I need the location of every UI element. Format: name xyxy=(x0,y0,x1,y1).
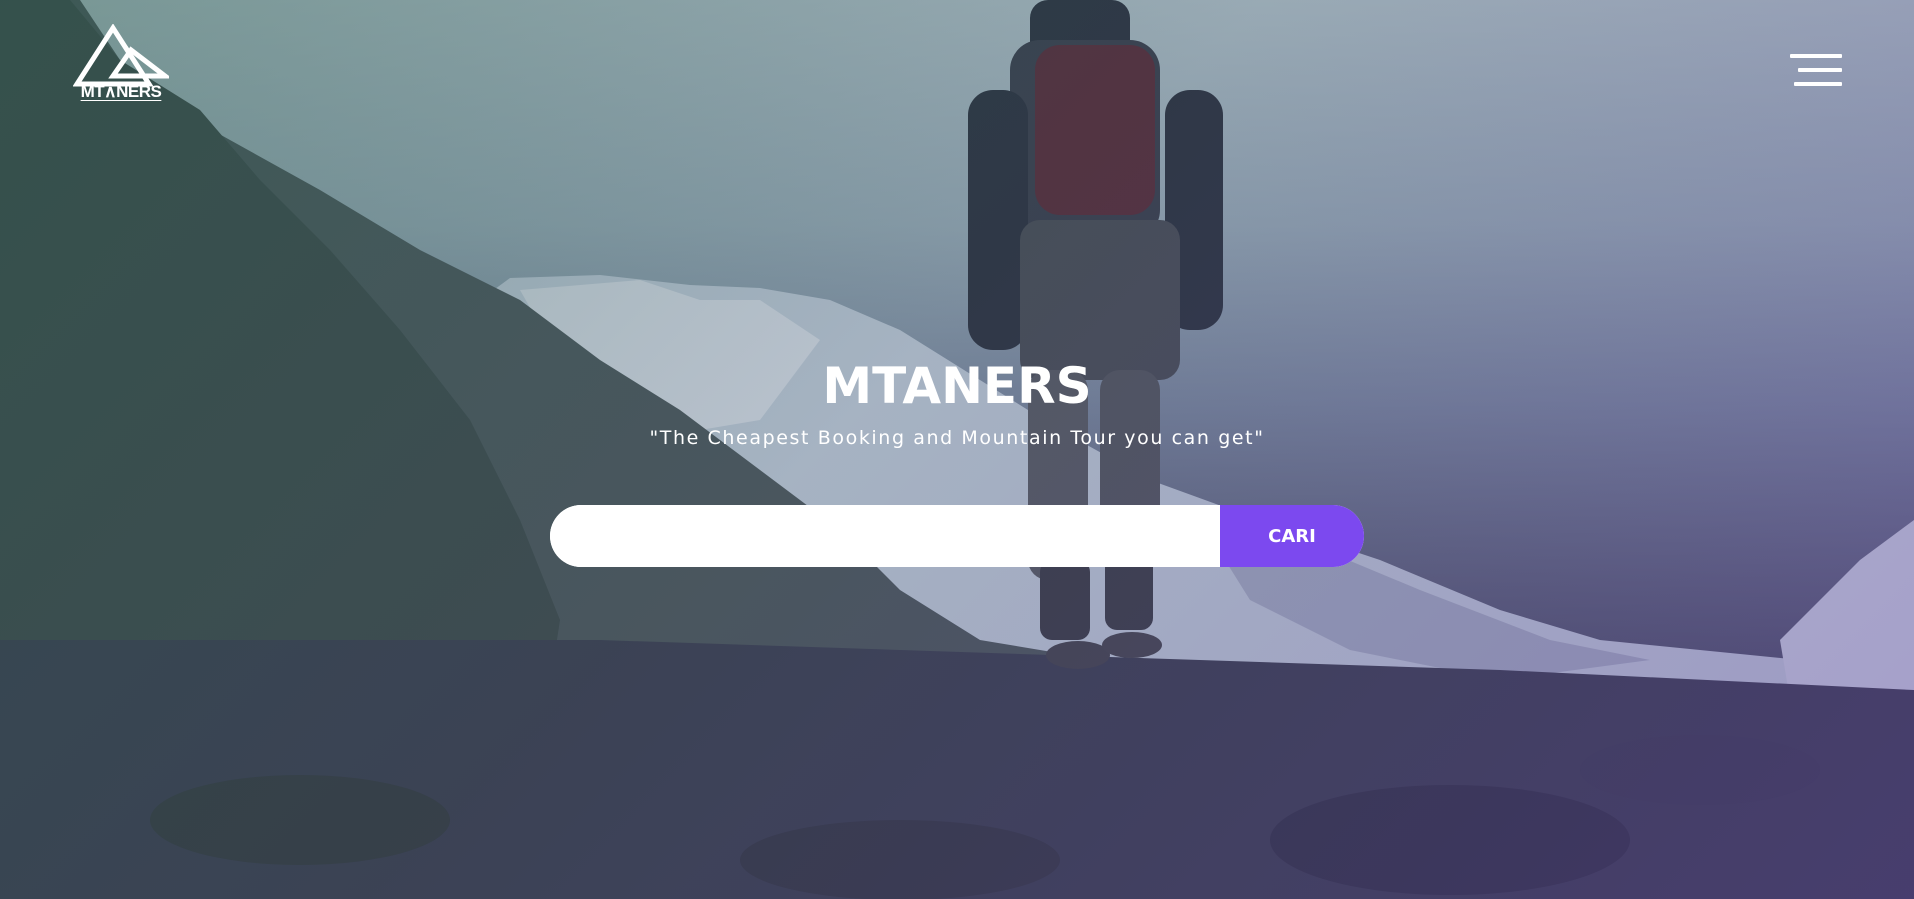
hamburger-menu-icon xyxy=(1790,54,1842,58)
search-button[interactable]: CARI xyxy=(1220,505,1364,567)
hero-content: MTANERS "The Cheapest Booking and Mounta… xyxy=(0,356,1914,450)
search-input[interactable] xyxy=(550,505,1220,567)
site-logo[interactable]: MT∧NERS xyxy=(72,24,170,116)
page-title: MTANERS xyxy=(822,357,1092,415)
hamburger-menu-button[interactable] xyxy=(1790,54,1842,88)
logo-text: MT∧NERS xyxy=(80,82,162,101)
search-bar: CARI xyxy=(550,505,1364,567)
mountain-logo-icon xyxy=(73,24,169,87)
tagline: "The Cheapest Booking and Mountain Tour … xyxy=(649,427,1265,449)
hero-section: MT∧NERS MTANERS "The Cheapest Booking an… xyxy=(0,0,1914,899)
